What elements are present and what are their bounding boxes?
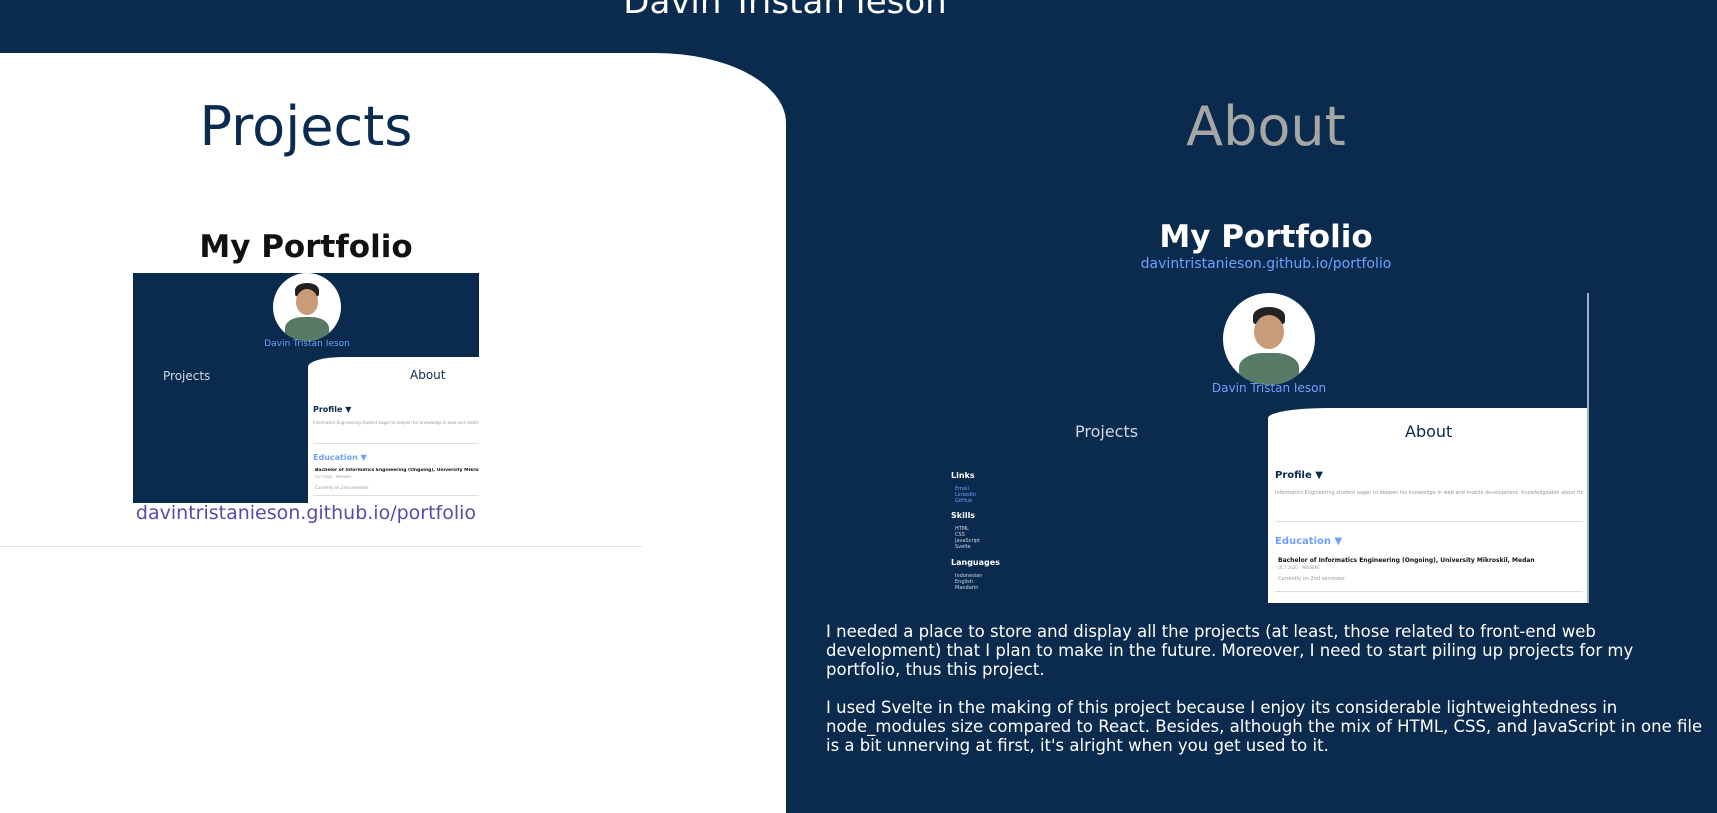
screenshot-name: Davin Tristan Ieson [1211, 381, 1327, 395]
screenshot-degree: Bachelor of Informatics Engineering (Ong… [1278, 557, 1535, 564]
preview-tab-projects: Projects [163, 369, 211, 383]
avatar [1223, 293, 1315, 385]
screenshot-languages-heading: Languages [951, 558, 1000, 567]
screenshot-semester: Currently on 2nd semester [1278, 576, 1345, 582]
project-card-title[interactable]: My Portfolio [0, 229, 612, 265]
screenshot-dates: OCT 2020 - PRESENT [1278, 565, 1321, 570]
project-screenshot: Davin Tristan Ieson Projects About Profi… [940, 293, 1588, 603]
screenshot-tab-projects: Projects [1075, 422, 1139, 441]
screenshot-links-heading: Links [951, 471, 975, 480]
tab-projects[interactable]: Projects [0, 95, 612, 158]
divider [0, 546, 642, 547]
preview-education-heading: Education ▼ [313, 453, 367, 462]
preview-tab-about: About [410, 368, 446, 382]
screenshot-education-heading: Education ▼ [1275, 536, 1343, 547]
preview-about-panel [308, 357, 479, 503]
description-paragraph-2: I used Svelte in the making of this proj… [826, 698, 1703, 755]
screenshot-skills-heading: Skills [951, 511, 976, 520]
preview-profile-heading: Profile ▼ [313, 405, 352, 414]
preview-dates: OCT 2020 - PRESENT [315, 475, 352, 479]
detail-link[interactable]: davintristanieson.github.io/portfolio [786, 256, 1717, 272]
screenshot-profile-heading: Profile ▼ [1275, 470, 1323, 481]
screenshot-link-github: GitHub [955, 498, 973, 504]
screenshot-profile-text: Informatics Engineering student eager to… [1275, 490, 1583, 496]
project-thumbnail[interactable]: Davin Tristan Ieson Projects About Profi… [133, 273, 479, 503]
screenshot-lang-zh: Mandarin [955, 585, 979, 591]
preview-semester: Currently on 2nd semester [315, 485, 369, 490]
detail-title: My Portfolio [1159, 219, 1373, 255]
screenshot-tab-about: About [1405, 422, 1453, 441]
project-link[interactable]: davintristanieson.github.io/portfolio [120, 502, 492, 524]
tab-about[interactable]: About [786, 95, 1717, 158]
preview-profile-text: Informatics Engineering student eager to… [313, 420, 479, 425]
preview-name: Davin Tristan Ieson [264, 339, 350, 349]
description-paragraph-1: I needed a place to store and display al… [826, 622, 1634, 679]
screenshot-skill-svelte: Svelte [955, 544, 971, 550]
site-title: Davin Tristan Ieson [623, 0, 947, 22]
avatar [273, 273, 341, 341]
screenshot-edge [1587, 293, 1589, 603]
preview-degree: Bachelor of Informatics Engineering (Ong… [315, 468, 479, 473]
